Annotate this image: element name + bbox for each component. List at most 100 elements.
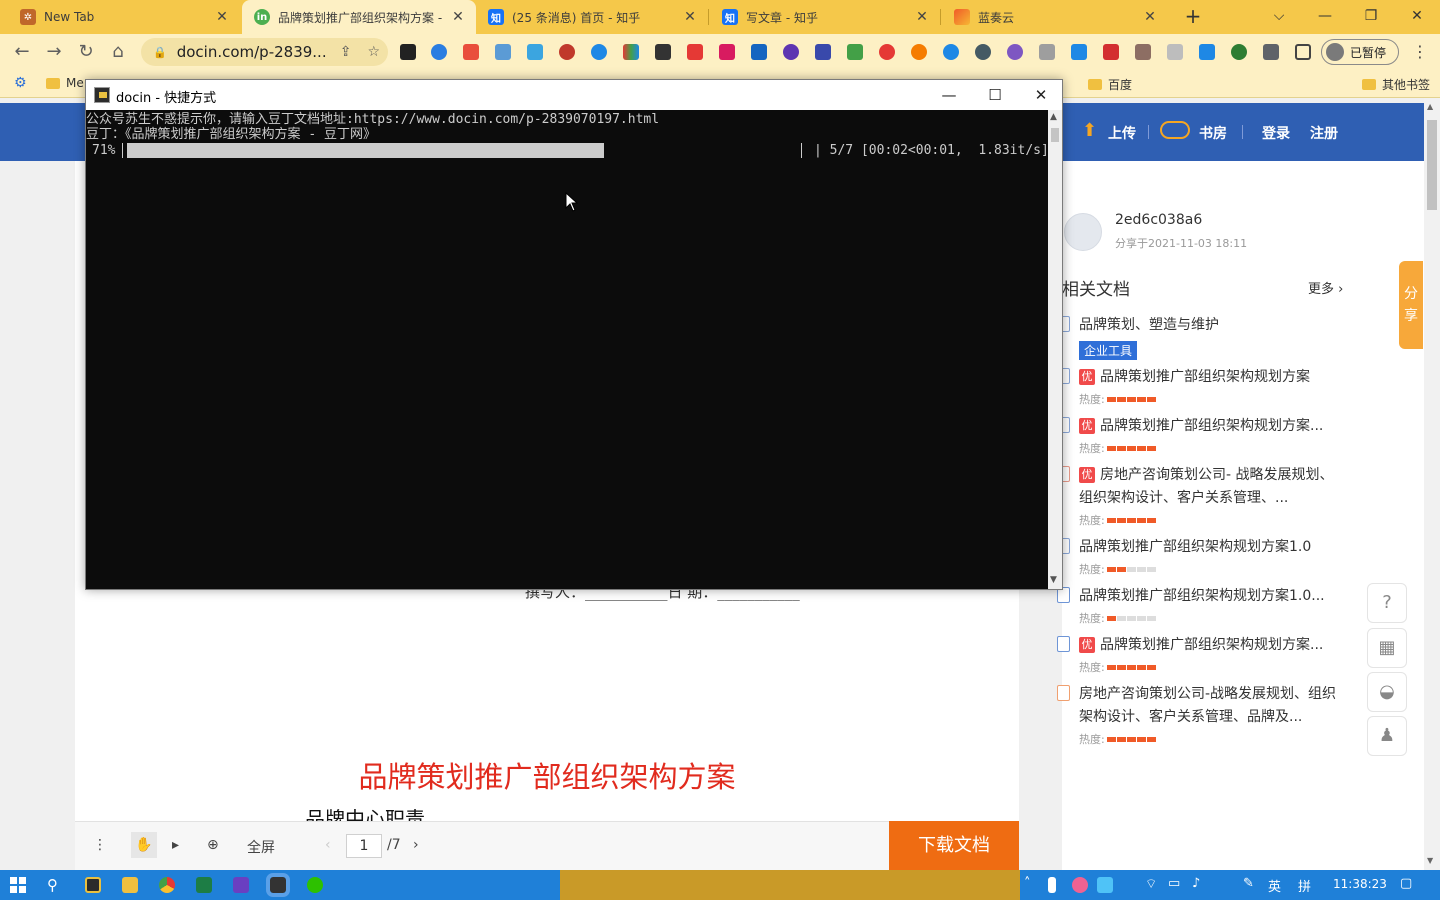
upload-icon[interactable]: ⬆ bbox=[1082, 120, 1097, 141]
url-text[interactable]: docin.com/p-2839... bbox=[177, 43, 332, 61]
extension-icon[interactable] bbox=[463, 44, 479, 60]
tab-docin[interactable]: in 品牌策划推广部组织架构方案 - ✕ bbox=[242, 0, 476, 34]
page-number-input[interactable]: 1 bbox=[346, 834, 382, 858]
address-bar[interactable]: 🔒 docin.com/p-2839... ⇪ ☆ bbox=[141, 38, 388, 66]
back-icon[interactable]: ← bbox=[10, 40, 34, 64]
tray-icon[interactable] bbox=[1072, 877, 1088, 893]
extension-icon[interactable] bbox=[975, 44, 991, 60]
search-icon[interactable]: ⚲ bbox=[47, 876, 58, 894]
hand-tool-icon[interactable]: ✋ bbox=[131, 832, 157, 858]
wechat-icon[interactable] bbox=[307, 877, 323, 893]
help-icon[interactable]: ? bbox=[1367, 583, 1407, 623]
bookroom-link[interactable]: 书房 bbox=[1199, 123, 1227, 143]
extension-icon[interactable] bbox=[847, 44, 863, 60]
tab-zhihu-home[interactable]: 知 (25 条消息) 首页 - 知乎 ✕ bbox=[476, 0, 708, 34]
bookmark-baidu[interactable]: 百度 bbox=[1088, 76, 1132, 93]
avatar[interactable] bbox=[1064, 213, 1102, 251]
star-icon[interactable]: ☆ bbox=[367, 44, 380, 60]
related-doc-title[interactable]: 优品牌策划推广部组织架构规划方案 bbox=[1079, 366, 1341, 389]
extension-icon[interactable] bbox=[751, 44, 767, 60]
extension-icon[interactable] bbox=[1167, 44, 1183, 60]
login-link[interactable]: 登录 bbox=[1262, 123, 1290, 143]
prev-page-icon[interactable]: ‹ bbox=[325, 837, 331, 853]
extension-icon[interactable] bbox=[687, 44, 703, 60]
related-doc-title[interactable]: 优房地产咨询策划公司- 战略发展规划、组织架构设计、客户关系管理、... bbox=[1079, 464, 1341, 510]
close-icon[interactable]: ✕ bbox=[450, 9, 466, 25]
select-tool-icon[interactable]: ▸ bbox=[172, 837, 179, 853]
side-panel-icon[interactable] bbox=[1295, 44, 1311, 60]
console-scrollbar[interactable]: ▲ ▼ bbox=[1048, 110, 1062, 589]
file-explorer-icon[interactable] bbox=[122, 877, 138, 893]
upload-link[interactable]: 上传 bbox=[1108, 123, 1136, 143]
qrcode-icon[interactable]: ▦ bbox=[1367, 628, 1407, 668]
scroll-thumb[interactable] bbox=[1427, 120, 1437, 210]
close-icon[interactable]: ✕ bbox=[1142, 9, 1158, 25]
share-tab[interactable]: 分 享 bbox=[1399, 261, 1423, 349]
pdf-icon[interactable] bbox=[1103, 44, 1119, 60]
tab-zhihu-write[interactable]: 知 写文章 - 知乎 ✕ bbox=[710, 0, 940, 34]
reload-icon[interactable]: ↻ bbox=[74, 40, 98, 64]
close-icon[interactable]: ✕ bbox=[682, 9, 698, 25]
bookmark-other[interactable]: 其他书签 bbox=[1362, 76, 1430, 93]
close-icon[interactable]: ✕ bbox=[214, 9, 230, 25]
extension-icon[interactable] bbox=[495, 44, 511, 60]
apps-gear-icon[interactable]: ⚙ bbox=[14, 75, 27, 91]
extension-icon[interactable] bbox=[1199, 44, 1215, 60]
cloud-icon[interactable] bbox=[1160, 121, 1190, 139]
pen-icon[interactable]: ✎ bbox=[1243, 876, 1254, 891]
scroll-down-icon[interactable]: ▼ bbox=[1050, 575, 1057, 585]
scroll-up-icon[interactable]: ▲ bbox=[1050, 112, 1057, 122]
qq-icon[interactable]: ♟ bbox=[1367, 716, 1407, 756]
extension-icon[interactable] bbox=[911, 44, 927, 60]
extension-icon[interactable] bbox=[815, 44, 831, 60]
wechat-icon[interactable]: ◒ bbox=[1367, 672, 1407, 712]
console-titlebar[interactable]: docin - 快捷方式 — ☐ ✕ bbox=[86, 80, 1062, 110]
extension-icon[interactable] bbox=[1007, 44, 1023, 60]
excel-icon[interactable] bbox=[196, 877, 212, 893]
restore-button[interactable]: ❐ bbox=[1348, 4, 1394, 28]
scroll-up-icon[interactable]: ▲ bbox=[1427, 102, 1433, 111]
home-icon[interactable]: ⌂ bbox=[106, 40, 130, 64]
share-icon[interactable]: ⇪ bbox=[340, 44, 352, 60]
windows-start-icon[interactable] bbox=[10, 877, 26, 893]
extension-icon[interactable] bbox=[623, 44, 639, 60]
more-vertical-icon[interactable]: ⋮ bbox=[93, 837, 107, 853]
new-tab-button[interactable]: + bbox=[1182, 6, 1204, 28]
extension-icon[interactable] bbox=[527, 44, 543, 60]
tray-chevron-icon[interactable]: ˄ bbox=[1024, 876, 1031, 891]
extension-icon[interactable] bbox=[591, 44, 607, 60]
related-doc-title[interactable]: 品牌策划、塑造与维护 bbox=[1079, 314, 1341, 337]
volume-icon[interactable]: ♪ bbox=[1192, 876, 1200, 891]
taskbar-app-icon[interactable] bbox=[85, 877, 101, 893]
extension-icon[interactable] bbox=[655, 44, 671, 60]
extension-icon[interactable] bbox=[943, 44, 959, 60]
clock[interactable]: 11:38:23 bbox=[1333, 877, 1387, 891]
chrome-icon[interactable] bbox=[159, 877, 175, 893]
taskbar-app-icon[interactable] bbox=[233, 877, 249, 893]
tray-icon[interactable] bbox=[1048, 877, 1056, 893]
related-doc-title[interactable]: 品牌策划推广部组织架构规划方案1.0 bbox=[1079, 536, 1341, 559]
forward-icon[interactable]: → bbox=[42, 40, 66, 64]
extension-icon[interactable] bbox=[783, 44, 799, 60]
extension-icon[interactable] bbox=[431, 44, 447, 60]
extension-icon[interactable] bbox=[400, 44, 416, 60]
related-doc-title[interactable]: 品牌策划推广部组织架构规划方案1.0... bbox=[1079, 585, 1341, 608]
scroll-thumb[interactable] bbox=[1051, 128, 1059, 142]
tab-search-button[interactable]: ⌵ bbox=[1256, 4, 1302, 28]
related-doc-title[interactable]: 优品牌策划推广部组织架构规划方案... bbox=[1079, 415, 1341, 438]
extension-icon[interactable] bbox=[719, 44, 735, 60]
extension-icon[interactable] bbox=[1135, 44, 1151, 60]
console-close-button[interactable]: ✕ bbox=[1018, 80, 1064, 110]
extension-icon[interactable] bbox=[1039, 44, 1055, 60]
console-minimize-button[interactable]: — bbox=[926, 80, 972, 110]
tab-lanzou[interactable]: 蓝奏云 ✕ bbox=[942, 0, 1168, 34]
console-output[interactable]: 公众号苏生不惑提示你，请输入豆丁文档地址:https://www.docin.c… bbox=[86, 110, 1048, 589]
related-doc-title[interactable]: 优品牌策划推广部组织架构规划方案... bbox=[1079, 634, 1341, 657]
ime-layout[interactable]: 拼 bbox=[1298, 876, 1311, 895]
wifi-icon[interactable] bbox=[1071, 44, 1087, 60]
download-button[interactable]: 下载文档 bbox=[889, 821, 1019, 870]
next-page-icon[interactable]: › bbox=[413, 837, 419, 853]
extension-icon[interactable] bbox=[879, 44, 895, 60]
close-window-button[interactable]: ✕ bbox=[1394, 4, 1440, 28]
profile-button[interactable]: 已暂停 bbox=[1321, 39, 1399, 65]
